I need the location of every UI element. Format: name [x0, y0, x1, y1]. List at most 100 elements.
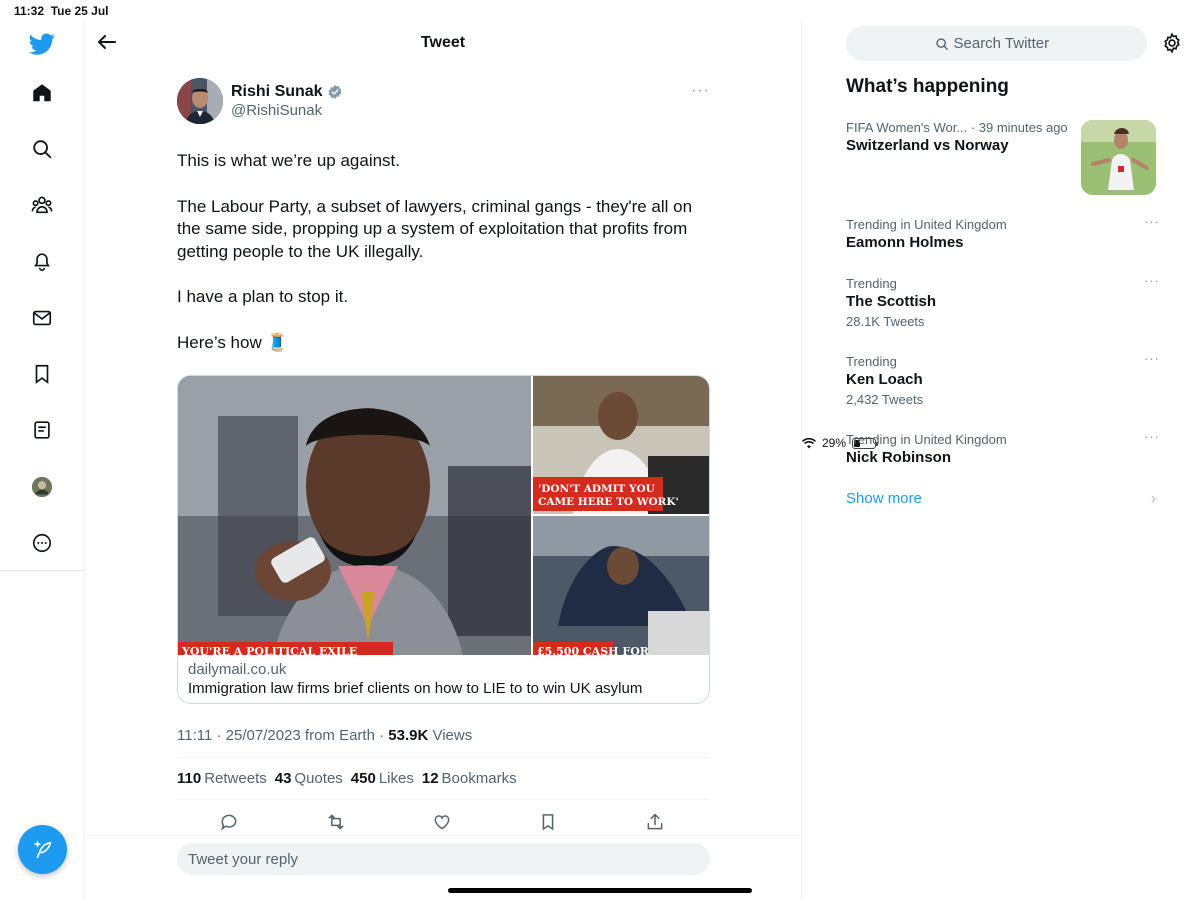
card-image: 'DON'T ADMIT YOU CAME HERE TO WORK' YOU'R…	[178, 376, 709, 658]
lists-icon[interactable]	[28, 416, 56, 444]
page-title: Tweet	[420, 34, 466, 51]
trend-title: Eamonn Holmes	[846, 234, 964, 251]
tweet-source: from Earth	[304, 727, 375, 744]
trend-context: Trending in United Kingdom	[846, 217, 1007, 232]
views-count: 53.9K	[388, 727, 429, 744]
notifications-icon[interactable]	[28, 247, 56, 275]
card-caption-bottom-right: £5,500 CASH FOR	[537, 645, 650, 655]
search-icon[interactable]	[28, 135, 56, 163]
trend-item[interactable]: Trending The Scottish 28.1K Tweets ···	[846, 273, 1162, 332]
bookmarks-icon[interactable]	[28, 360, 56, 388]
share-button[interactable]	[643, 810, 667, 834]
trend-count: 2,432 Tweets	[846, 392, 924, 407]
tweet-text: This is what we’re up against. The Labou…	[177, 150, 717, 377]
divider	[177, 757, 710, 758]
stat-label: Quotes	[294, 770, 343, 787]
status-time: 11:32 Tue 25 Jul	[14, 4, 109, 18]
time-text: 11:32	[14, 4, 45, 18]
card-domain: dailymail.co.uk	[188, 661, 287, 678]
twitter-logo-icon[interactable]	[28, 30, 56, 58]
tweet-more-options-icon[interactable]: ···	[691, 82, 710, 100]
author-name[interactable]: Rishi Sunak	[231, 83, 343, 101]
trend-item[interactable]: Trending in United Kingdom Nick Robinson…	[846, 429, 1162, 468]
tweet-stats: 110 Retweets 43 Quotes 450 Likes 12 Bookmark…	[177, 770, 517, 787]
search-input[interactable]	[953, 35, 1059, 52]
show-more-text: Show more	[846, 490, 922, 507]
trend-item[interactable]: Trending Ken Loach 2,432 Tweets ···	[846, 351, 1162, 410]
trend-more-icon[interactable]: ···	[1144, 351, 1160, 366]
retweet-button[interactable]	[324, 810, 348, 834]
trend-title: Switzerland vs Norway	[846, 137, 1009, 154]
whats-happening-title: What’s happening	[846, 76, 1009, 97]
stat-label: Bookmarks	[441, 770, 517, 787]
tweet-meta: 11:11 · 25/07/2023 from Earth · 53.9K Vi…	[177, 727, 473, 744]
reply-input[interactable]	[177, 843, 710, 875]
divider	[85, 835, 801, 836]
tweet-actions	[177, 810, 710, 834]
quotes-stat[interactable]: 43 Quotes	[275, 770, 343, 787]
author-avatar[interactable]	[177, 78, 223, 124]
home-indicator[interactable]	[448, 888, 752, 893]
likes-stat[interactable]: 450 Likes	[351, 770, 414, 787]
views-label: Views	[432, 727, 473, 744]
stat-number: 43	[274, 770, 292, 787]
bookmark-icon	[542, 814, 554, 831]
like-icon	[434, 815, 450, 830]
more-icon[interactable]	[28, 529, 56, 557]
profile-avatar[interactable]	[28, 473, 56, 501]
chevron-right-icon: ›	[1151, 490, 1156, 507]
trend-title: Nick Robinson	[846, 449, 952, 466]
left-nav	[0, 20, 85, 900]
card-title: Immigration law firms brief clients on h…	[188, 680, 643, 697]
trend-count: 28.1K Tweets	[846, 314, 925, 329]
trend-item[interactable]: FIFA Women's Wor... · 39 minutes ago Swi…	[846, 119, 1076, 156]
bookmark-button[interactable]	[536, 810, 560, 834]
verified-badge-icon	[328, 85, 342, 99]
reply-icon	[220, 814, 237, 831]
trend-title: Ken Loach	[846, 371, 923, 388]
trend-thumbnail[interactable]	[1081, 120, 1156, 195]
trend-context: Trending	[846, 276, 897, 291]
tweet-time[interactable]: 11:11	[177, 727, 212, 744]
stat-number: 12	[421, 770, 439, 787]
divider	[177, 799, 710, 800]
trend-context: FIFA Women's Wor... · 39 minutes ago	[846, 120, 1068, 135]
status-bar: 11:32 Tue 25 Jul 29%	[0, 0, 1200, 450]
trend-more-icon[interactable]: ···	[1144, 214, 1160, 229]
link-preview-card[interactable]: 'DON'T ADMIT YOU CAME HERE TO WORK' YOU'R…	[177, 375, 710, 704]
trend-more-icon[interactable]: ···	[1144, 273, 1160, 288]
nav-divider	[0, 570, 84, 571]
show-more-link[interactable]: Show more ›	[846, 490, 1156, 507]
gear-icon	[1164, 32, 1180, 54]
search-bar[interactable]	[846, 26, 1147, 61]
tweet-paragraph: This is what we’re up against.	[177, 151, 400, 170]
reply-button[interactable]	[217, 810, 241, 834]
tweet-detail: Tweet Rishi Sunak @RishiSunak ··· This i…	[85, 20, 802, 900]
trend-context: Trending	[846, 354, 897, 369]
stat-label: Retweets	[204, 770, 267, 787]
search-icon	[935, 37, 948, 50]
messages-icon[interactable]	[28, 304, 56, 332]
tweet-paragraph: I have a plan to stop it.	[177, 287, 349, 306]
compose-tweet-button[interactable]	[18, 825, 67, 874]
retweet-icon	[328, 814, 344, 830]
stat-number: 450	[350, 770, 376, 787]
trend-context: Trending in United Kingdom	[846, 432, 1007, 447]
author-handle[interactable]: @RishiSunak	[231, 102, 322, 119]
trend-item[interactable]: Trending in United Kingdom Eamonn Holmes…	[846, 214, 1162, 253]
card-caption-main: YOU'RE A POLITICAL EXILE	[181, 645, 357, 655]
home-icon[interactable]	[28, 79, 56, 107]
communities-icon[interactable]	[28, 191, 56, 219]
trend-title: The Scottish	[846, 293, 937, 310]
like-button[interactable]	[430, 810, 454, 834]
right-sidebar: What’s happening FIFA Women's Wor... · 3…	[802, 20, 1200, 900]
trend-more-icon[interactable]: ···	[1144, 429, 1160, 444]
tweet-paragraph: The Labour Party, a subset of lawyers, c…	[177, 196, 697, 261]
author-name-text: Rishi Sunak	[231, 83, 323, 100]
settings-button[interactable]	[1161, 32, 1183, 54]
bookmarks-stat[interactable]: 12 Bookmarks	[422, 770, 517, 787]
tweet-date[interactable]: 25/07/2023	[226, 727, 301, 744]
retweets-stat[interactable]: 110 Retweets	[177, 770, 267, 787]
tweet-paragraph: Here’s how 🧵	[177, 332, 288, 352]
feather-plus-icon	[33, 840, 51, 858]
